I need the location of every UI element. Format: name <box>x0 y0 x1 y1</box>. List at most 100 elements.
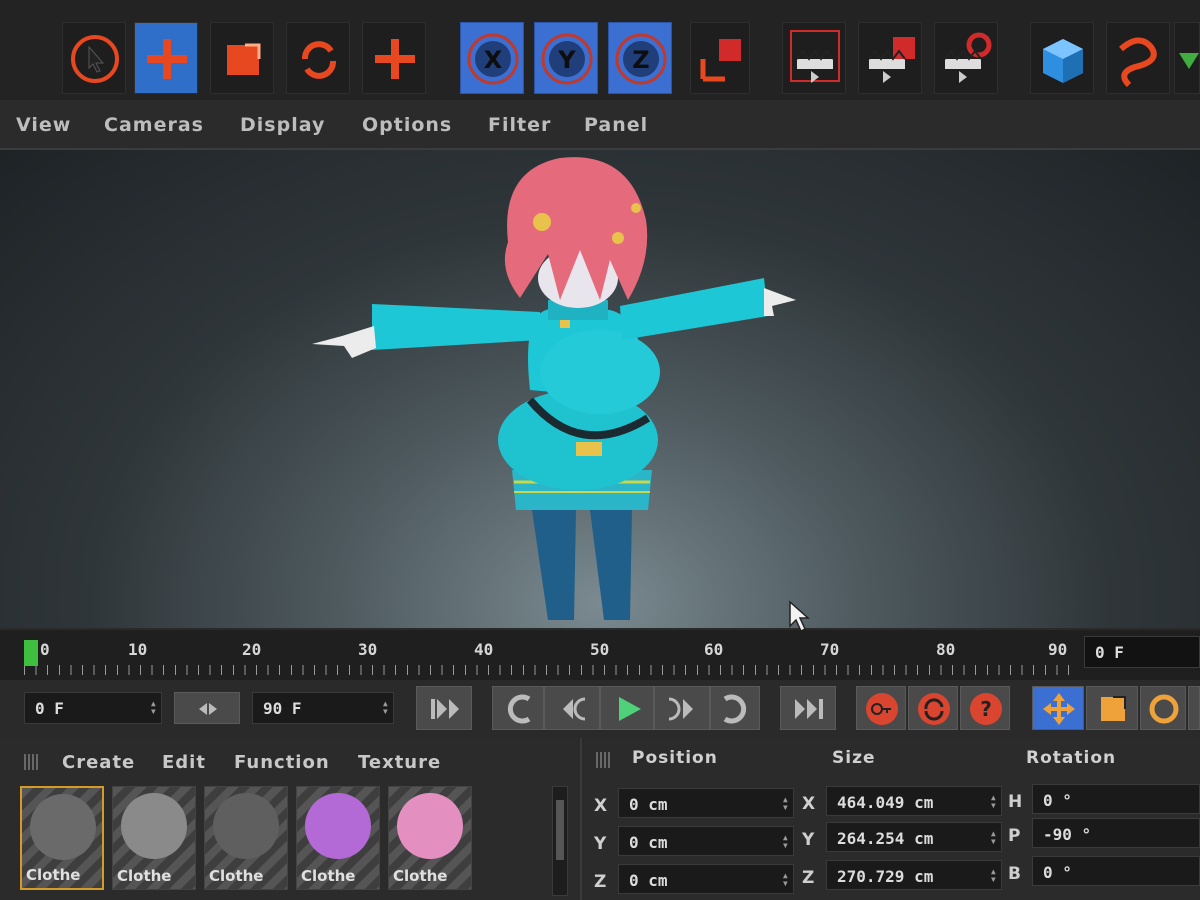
spin-arrows-icon[interactable]: ▴ ▾ <box>782 831 789 851</box>
render-settings-icon <box>944 32 992 83</box>
x-axis-icon: X <box>467 33 519 85</box>
spline-icon <box>1119 37 1157 88</box>
menu-display[interactable]: Display <box>240 114 325 136</box>
material-swatch[interactable]: Clothe <box>204 786 288 890</box>
autokey-icon <box>918 693 950 725</box>
spin-arrows-icon[interactable]: ▴ ▾ <box>782 869 789 889</box>
go-to-end-button[interactable] <box>780 686 836 730</box>
material-preview <box>30 794 96 860</box>
move-arrows-icon <box>1043 693 1075 725</box>
scale-mode-button[interactable] <box>1086 686 1138 730</box>
rotate-button[interactable] <box>286 22 350 94</box>
spin-arrows-icon[interactable]: ▴ ▾ <box>782 793 789 813</box>
menu-edit[interactable]: Edit <box>162 752 206 773</box>
spin-arrows-icon[interactable]: ▴ ▾ <box>990 865 997 885</box>
previous-frame-button[interactable] <box>544 686 600 730</box>
material-swatch[interactable]: Clothe <box>296 786 380 890</box>
render-view-icon <box>790 30 840 83</box>
coordinate-system-icon <box>700 39 741 82</box>
move-button[interactable] <box>134 22 198 94</box>
z-axis-lock-button[interactable]: Z <box>608 22 672 94</box>
current-frame-field[interactable]: 0 F <box>1084 636 1200 668</box>
material-swatch[interactable]: Clothe <box>388 786 472 890</box>
previous-key-button[interactable] <box>492 686 544 730</box>
size-x-value: 464.049 cm <box>837 793 934 812</box>
rotation-axis-label: B <box>1008 864 1021 884</box>
menu-filter[interactable]: Filter <box>488 114 551 136</box>
rotation-h-field[interactable]: 0 ° <box>1032 784 1200 814</box>
current-frame-marker[interactable] <box>24 640 38 666</box>
spin-arrows-icon[interactable]: ▴ ▾ <box>990 791 997 811</box>
spline-button[interactable] <box>1106 22 1170 94</box>
position-axis-label: Y <box>594 834 607 854</box>
menu-cameras[interactable]: Cameras <box>104 114 204 136</box>
y-axis-label: Y <box>557 46 576 74</box>
timeline-ruler[interactable]: 0 10 20 30 40 50 60 70 80 90 <box>0 630 1200 680</box>
size-x-field[interactable]: 464.049 cm ▴ ▾ <box>826 786 1002 816</box>
position-z-field[interactable]: 0 cm ▴ ▾ <box>618 864 794 894</box>
y-axis-lock-button[interactable]: Y <box>534 22 598 94</box>
panel-grip-icon[interactable] <box>24 754 40 770</box>
help-button[interactable]: ? <box>960 686 1010 730</box>
play-button[interactable] <box>600 686 654 730</box>
coordinate-system-button[interactable] <box>690 22 750 94</box>
size-y-value: 264.254 cm <box>837 829 934 848</box>
tick-label: 0 <box>40 640 50 659</box>
tick-label: 10 <box>128 640 148 659</box>
rotation-b-field[interactable]: 0 ° <box>1032 856 1200 886</box>
rotation-axis-label: H <box>1008 792 1023 812</box>
scrollbar-thumb[interactable] <box>556 800 564 860</box>
next-key-icon <box>723 694 747 724</box>
cube-button[interactable] <box>1030 22 1094 94</box>
scale-button[interactable] <box>210 22 274 94</box>
next-frame-button[interactable] <box>654 686 710 730</box>
spin-arrows-icon[interactable]: ▴ ▾ <box>150 697 157 717</box>
menu-texture[interactable]: Texture <box>358 752 441 773</box>
live-selection-button[interactable] <box>62 22 126 94</box>
size-y-field[interactable]: 264.254 cm ▴ ▾ <box>826 822 1002 852</box>
position-x-field[interactable]: 0 cm ▴ ▾ <box>618 788 794 818</box>
3d-viewport[interactable] <box>0 150 1200 633</box>
panel-grip-icon[interactable] <box>596 752 612 768</box>
size-axis-label: Z <box>802 868 815 888</box>
record-key-button[interactable] <box>856 686 906 730</box>
start-frame-field[interactable]: 0 F ▴ ▾ <box>24 692 162 724</box>
scale-icon <box>227 43 261 75</box>
main-toolbar: X Y Z <box>0 0 1200 100</box>
size-header: Size <box>832 748 876 768</box>
material-preview <box>121 793 187 859</box>
move-mode-button[interactable] <box>1032 686 1084 730</box>
frame-range-slider[interactable] <box>174 692 240 724</box>
x-axis-lock-button[interactable]: X <box>460 22 524 94</box>
timeline-ticks <box>24 665 1074 675</box>
menu-create[interactable]: Create <box>62 752 135 773</box>
menu-view[interactable]: View <box>16 114 71 136</box>
add-button[interactable] <box>362 22 426 94</box>
tick-label: 30 <box>358 640 378 659</box>
rotation-p-value: -90 ° <box>1043 825 1092 844</box>
material-swatch[interactable]: Clothe <box>112 786 196 890</box>
autokey-button[interactable] <box>908 686 958 730</box>
menu-panel[interactable]: Panel <box>584 114 648 136</box>
spin-arrows-icon[interactable]: ▴ ▾ <box>990 827 997 847</box>
position-y-field[interactable]: 0 cm ▴ ▾ <box>618 826 794 856</box>
material-swatch[interactable]: Clothe <box>20 786 104 890</box>
menu-function[interactable]: Function <box>234 752 330 773</box>
menu-options[interactable]: Options <box>362 114 452 136</box>
render-to-picture-viewer-button[interactable] <box>858 22 922 94</box>
size-z-field[interactable]: 270.729 cm ▴ ▾ <box>826 860 1002 890</box>
go-to-start-button[interactable] <box>416 686 472 730</box>
render-view-button[interactable] <box>782 22 846 94</box>
rotate-mode-button[interactable] <box>1140 686 1186 730</box>
next-key-button[interactable] <box>710 686 760 730</box>
start-frame-value: 0 F <box>35 699 64 718</box>
more-modes-button[interactable] <box>1188 686 1200 730</box>
mouse-cursor-icon <box>789 600 810 633</box>
rotation-p-field[interactable]: -90 ° <box>1032 818 1200 848</box>
rotation-h-value: 0 ° <box>1043 791 1072 810</box>
render-settings-button[interactable] <box>934 22 998 94</box>
tick-label: 40 <box>474 640 494 659</box>
more-tools-button[interactable] <box>1174 22 1200 94</box>
spin-arrows-icon[interactable]: ▴ ▾ <box>382 697 389 717</box>
end-frame-field[interactable]: 90 F ▴ ▾ <box>252 692 394 724</box>
